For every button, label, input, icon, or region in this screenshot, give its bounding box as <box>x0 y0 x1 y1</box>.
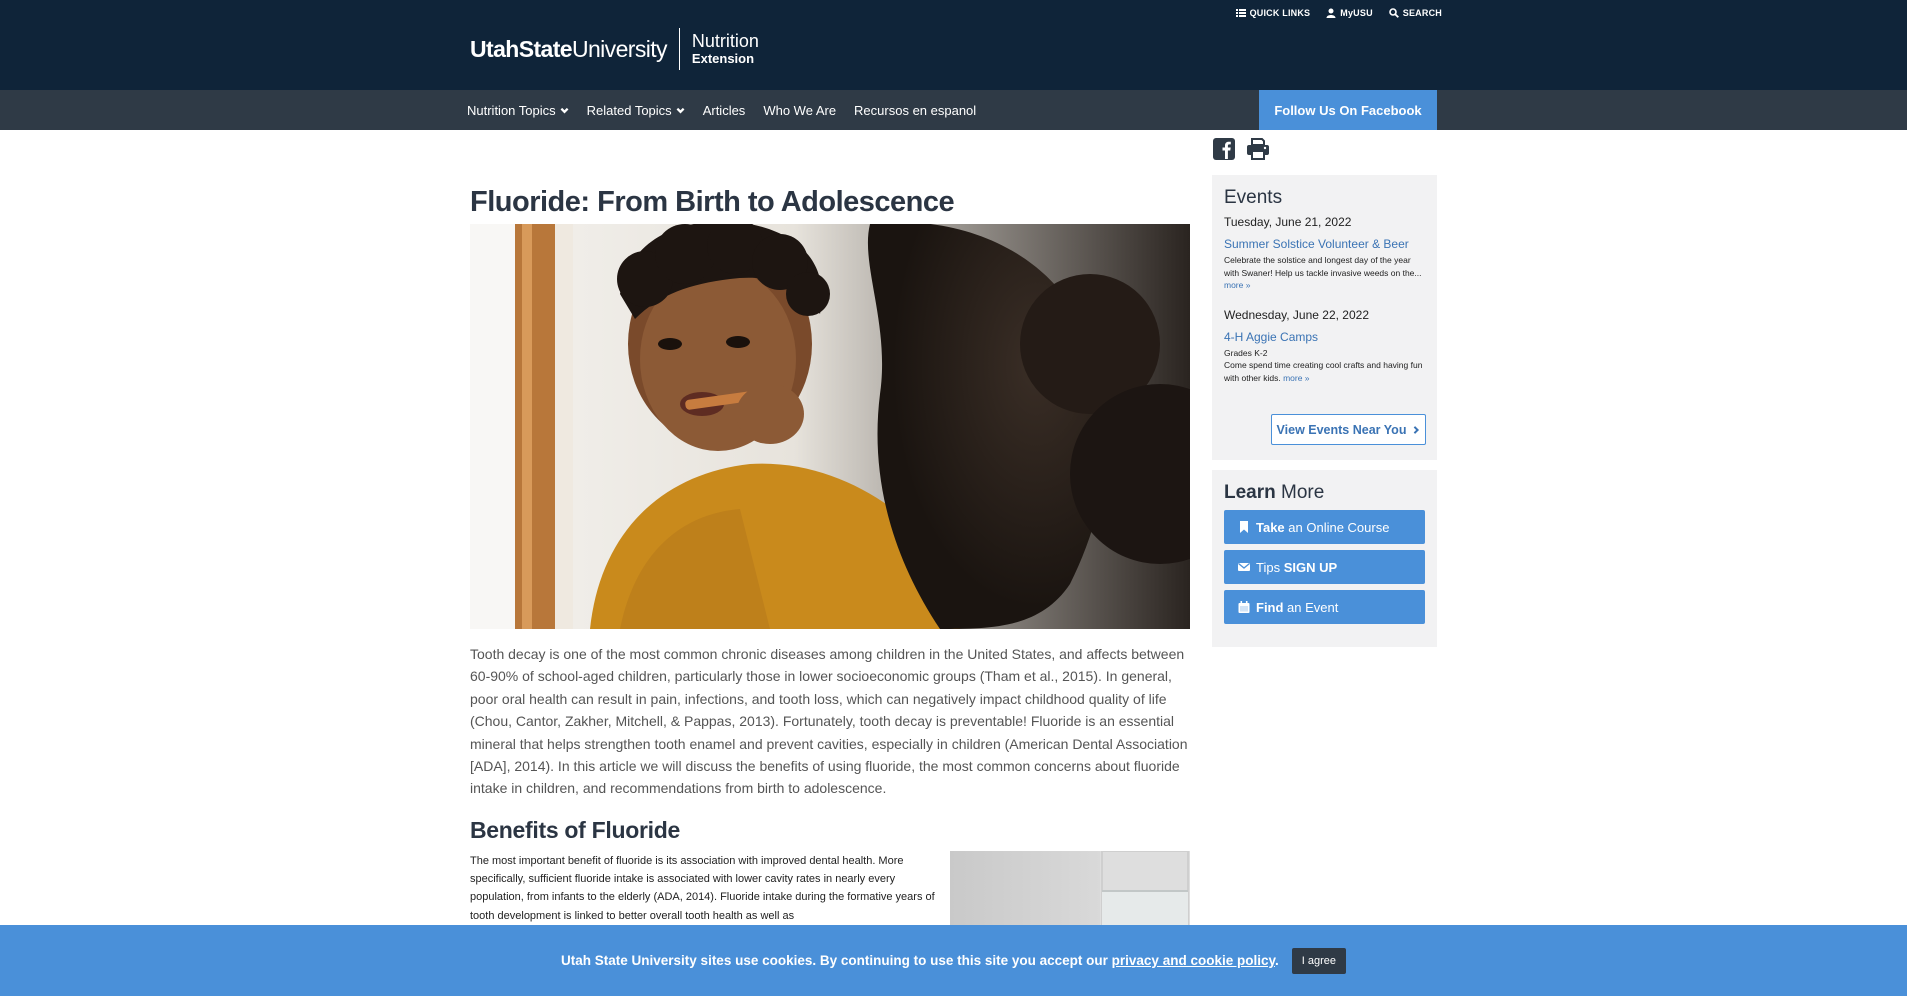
event-more-link[interactable]: more » <box>1224 280 1250 290</box>
quick-links-link[interactable]: QUICK LINKS <box>1235 8 1311 18</box>
bookmark-icon <box>1240 521 1248 533</box>
nav-items: Nutrition Topics Related Topics Articles… <box>467 90 976 130</box>
nav-label: Articles <box>702 102 746 118</box>
nav-who-we-are[interactable]: Who We Are <box>763 103 836 118</box>
myusu-label: MyUSU <box>1340 8 1373 18</box>
nav-related-topics[interactable]: Related Topics <box>587 103 685 118</box>
event-item: Tuesday, June 21, 2022 Summer Solstice V… <box>1224 215 1425 292</box>
search-label: SEARCH <box>1402 8 1442 18</box>
nav-recursos[interactable]: Recursos en espanol <box>854 103 976 118</box>
event-date: Wednesday, June 22, 2022 <box>1224 307 1369 322</box>
event-description: Celebrate the solstice and longest day o… <box>1224 254 1425 292</box>
nav-label: Who We Are <box>763 102 837 118</box>
nav-label: Nutrition Topics <box>467 102 556 118</box>
learn-more-panel: Learn More Take an Online Course Tips SI… <box>1212 470 1437 647</box>
events-panel: Events Tuesday, June 21, 2022 Summer Sol… <box>1212 175 1437 460</box>
search-icon <box>1388 8 1399 18</box>
event-grades: Grades K-2 <box>1224 347 1268 358</box>
logo-divider <box>678 28 680 70</box>
search-link[interactable]: SEARCH <box>1388 8 1442 18</box>
online-course-label: Take an Online Course <box>1256 519 1390 535</box>
envelope-icon <box>1238 562 1250 571</box>
share-tools <box>1212 137 1270 166</box>
calendar-icon <box>1238 601 1250 613</box>
follow-facebook-button[interactable]: Follow Us On Facebook <box>1259 90 1437 130</box>
chevron-down-icon <box>676 107 685 113</box>
tips-signup-label: Tips SIGN UP <box>1256 559 1338 575</box>
event-more-link[interactable]: more » <box>1283 373 1309 383</box>
utility-links: QUICK LINKS MyUSU SEARCH <box>1235 8 1442 18</box>
nav-label: Recursos en espanol <box>854 102 977 118</box>
article-title: Fluoride: From Birth to Adolescence <box>470 186 955 218</box>
unit-title: Nutrition <box>691 31 759 51</box>
myusu-link[interactable]: MyUSU <box>1326 8 1373 18</box>
tips-signup-button[interactable]: Tips SIGN UP <box>1224 550 1425 584</box>
chevron-right-icon <box>1414 425 1420 434</box>
user-icon <box>1326 8 1336 18</box>
view-events-button[interactable]: View Events Near You <box>1271 414 1426 445</box>
nav-nutrition-topics[interactable]: Nutrition Topics <box>467 103 569 118</box>
cookie-banner: Utah State University sites use cookies.… <box>0 925 1907 996</box>
nav-label: Related Topics <box>586 102 672 118</box>
article-intro: Tooth decay is one of the most common ch… <box>470 646 1188 797</box>
list-icon <box>1235 9 1246 17</box>
water-glass-image <box>950 851 1190 931</box>
hero-image <box>470 224 1190 629</box>
glass-of-water-image <box>1100 851 1190 931</box>
main-nav: Nutrition Topics Related Topics Articles… <box>0 90 1907 130</box>
chevron-down-icon <box>560 107 569 113</box>
quick-links-label: QUICK LINKS <box>1249 8 1311 18</box>
unit-name: Nutrition Extension <box>692 31 759 67</box>
event-desc-text: Come spend time creating cool crafts and… <box>1224 360 1423 383</box>
events-title: Events <box>1224 187 1283 208</box>
facebook-share-icon[interactable] <box>1212 137 1236 166</box>
event-title-link[interactable]: Summer Solstice Volunteer & Beer <box>1224 237 1425 251</box>
usu-wordmark: UtahStateUniversity <box>470 35 668 62</box>
benefits-heading: Benefits of Fluoride <box>470 817 680 843</box>
nav-articles[interactable]: Articles <box>703 103 746 118</box>
event-date: Tuesday, June 21, 2022 <box>1224 215 1352 229</box>
site-header: QUICK LINKS MyUSU SEARCH UtahStateUniver… <box>0 0 1907 90</box>
online-course-button[interactable]: Take an Online Course <box>1224 510 1425 544</box>
event-title-link[interactable]: 4-H Aggie Camps <box>1224 330 1425 344</box>
cookie-message: Utah State University sites use cookies.… <box>561 953 1279 968</box>
print-icon[interactable] <box>1246 137 1270 166</box>
event-desc-text: Celebrate the solstice and longest day o… <box>1224 255 1422 278</box>
event-description: Come spend time creating cool crafts and… <box>1224 359 1425 384</box>
benefits-body: The most important benefit of fluoride i… <box>470 855 935 922</box>
privacy-policy-link[interactable]: privacy and cookie policy <box>1112 953 1275 968</box>
unit-subtitle: Extension <box>691 51 755 66</box>
view-events-label: View Events Near You <box>1276 422 1407 437</box>
find-event-button[interactable]: Find an Event <box>1224 590 1425 624</box>
find-event-label: Find an Event <box>1256 599 1339 615</box>
cookie-agree-button[interactable]: I agree <box>1291 947 1346 974</box>
child-brushing-teeth-image <box>470 224 1190 629</box>
learn-more-title: Learn More <box>1224 482 1325 503</box>
event-item: Wednesday, June 22, 2022 4-H Aggie Camps… <box>1224 308 1425 385</box>
site-logo[interactable]: UtahStateUniversity Nutrition Extension <box>470 28 759 70</box>
